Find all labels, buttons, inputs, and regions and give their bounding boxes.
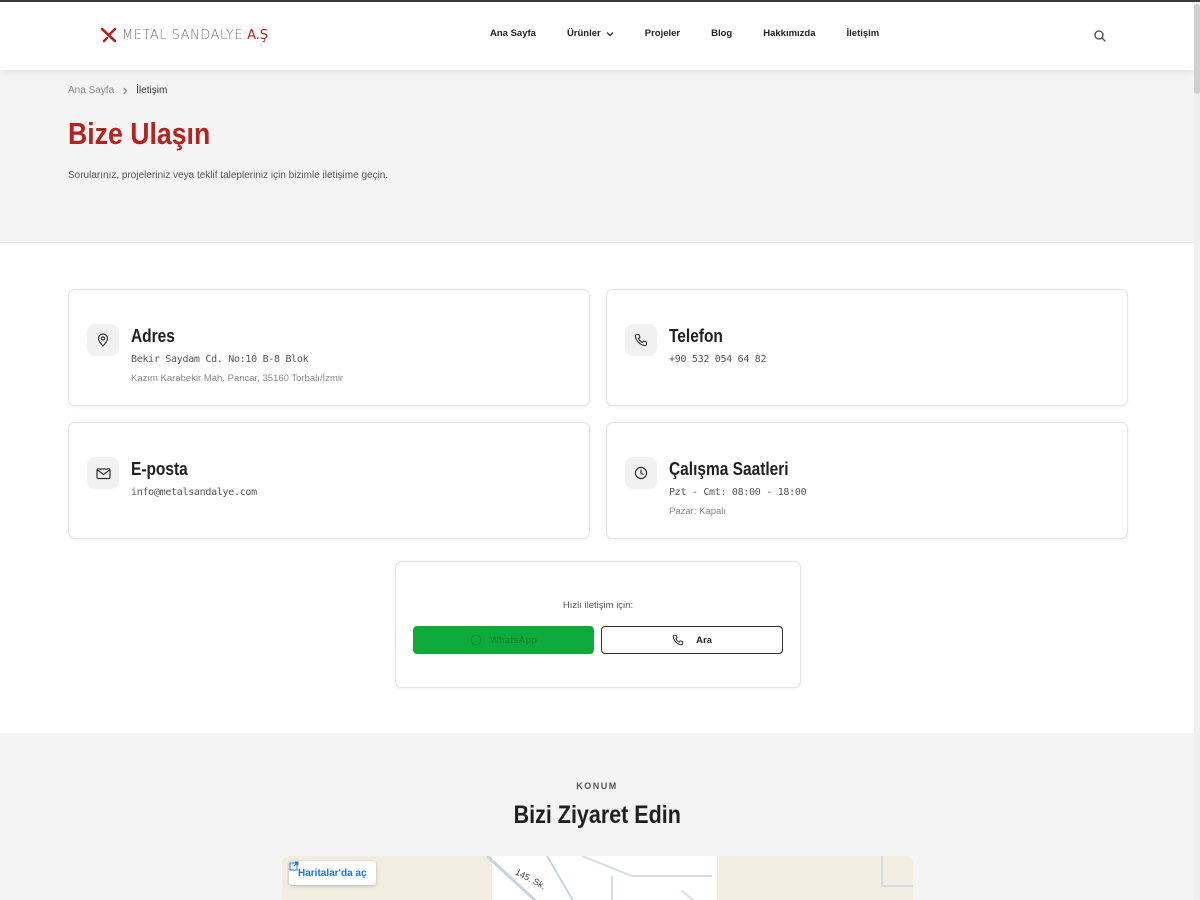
address-card: Adres Bekir Saydam Cd. No:10 B-8 Blok Ka… [68, 289, 590, 406]
email-address[interactable]: info@metalsandalye.com [131, 487, 257, 498]
brand-suffix: A.Ş [247, 27, 269, 43]
chevron-down-icon [606, 31, 614, 36]
nav-projects[interactable]: Projeler [645, 28, 680, 39]
address-line2: Kazım Karabekir Mah. Pancar, 35160 Torba… [131, 373, 344, 384]
brand-logo[interactable]: METAL SANDALYE A.Ş [100, 26, 268, 44]
whatsapp-label: WhatsApp [490, 634, 537, 646]
location-title: Bizi Ziyaret Edin [0, 801, 1194, 830]
map-pin-icon [87, 324, 119, 356]
open-in-maps-label: Haritalar'da aç [298, 867, 367, 879]
breadcrumb-current: İletişim [136, 85, 168, 96]
whatsapp-button[interactable]: WhatsApp [413, 626, 594, 654]
open-in-maps-button[interactable]: Haritalar'da aç [289, 861, 376, 885]
site-header: METAL SANDALYE A.Ş Ana Sayfa Ürünler Pro… [0, 2, 1194, 70]
brand-name: METAL SANDALYE [122, 27, 244, 43]
call-button[interactable]: Ara [601, 626, 783, 654]
quick-contact-label: Hızlı iletişim için: [562, 600, 634, 611]
search-icon[interactable] [1093, 29, 1107, 43]
quick-contact-box: Hızlı iletişim için: WhatsApp Ara [395, 561, 801, 688]
window-top-border [0, 0, 1200, 2]
chevron-right-icon [123, 87, 128, 94]
email-card: E-posta info@metalsandalye.com [68, 422, 590, 539]
phone-icon [672, 634, 684, 646]
nav-home[interactable]: Ana Sayfa [490, 28, 536, 39]
phone-icon [625, 324, 657, 356]
mail-icon [87, 457, 119, 489]
breadcrumb-home[interactable]: Ana Sayfa [68, 85, 114, 96]
hours-weekdays: Pzt - Cmt: 08:00 - 18:00 [669, 487, 807, 498]
hours-title: Çalışma Saatleri [669, 459, 789, 479]
page-hero: Ana Sayfa İletişim Bize Ulaşın Soruların… [0, 70, 1194, 243]
map-embed[interactable]: 145. Sk. Haritalar'da aç [282, 856, 913, 900]
address-line1: Bekir Saydam Cd. No:10 B-8 Blok [131, 354, 309, 365]
breadcrumb: Ana Sayfa İletişim [68, 85, 167, 96]
main-nav: Ana Sayfa Ürünler Projeler Blog Hakkımız… [490, 28, 910, 39]
page-title: Bize Ulaşın [68, 116, 211, 151]
whatsapp-icon [470, 634, 482, 646]
scrollbar-thumb[interactable] [1194, 4, 1200, 94]
email-title: E-posta [131, 459, 188, 479]
address-title: Adres [131, 326, 175, 346]
map-streets [485, 856, 913, 900]
nav-products-label: Ürünler [566, 28, 601, 39]
location-title-text: Bizi Ziyaret Edin [513, 801, 681, 829]
phone-title: Telefon [669, 326, 723, 346]
scrollbar[interactable] [1194, 2, 1200, 900]
hours-card: Çalışma Saatleri Pzt - Cmt: 08:00 - 18:0… [606, 422, 1128, 539]
page-subtitle: Sorularınız, projeleriniz veya teklif ta… [68, 170, 389, 181]
clock-icon [625, 457, 657, 489]
phone-number[interactable]: +90 532 054 64 82 [669, 354, 767, 365]
nav-contact[interactable]: İletişim [847, 28, 880, 39]
nav-about[interactable]: Hakkımızda [763, 28, 815, 39]
location-eyebrow: KONUM [576, 781, 618, 791]
external-link-icon [289, 861, 299, 871]
nav-products[interactable]: Ürünler [567, 28, 614, 39]
phone-card: Telefon +90 532 054 64 82 [606, 289, 1128, 406]
hours-sunday: Pazar: Kapalı [669, 506, 727, 517]
call-label: Ara [696, 634, 712, 646]
nav-blog[interactable]: Blog [711, 28, 732, 39]
location-section: KONUM Bizi Ziyaret Edin 145. Sk. Harital… [0, 733, 1194, 900]
logo-icon [100, 27, 117, 43]
